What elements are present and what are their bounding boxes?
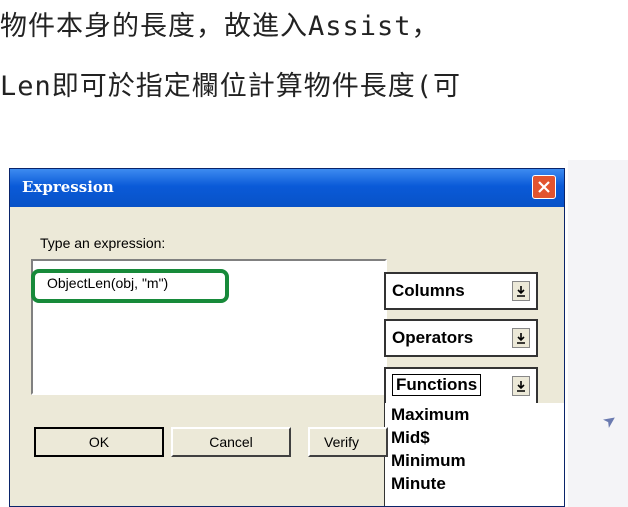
dropdown-arrow-icon[interactable] <box>512 328 530 348</box>
function-item-minute[interactable]: Minute <box>385 472 564 495</box>
operators-dropdown-label: Operators <box>392 328 474 347</box>
expression-dialog: Expression Type an expression: ObjectLen… <box>9 168 565 507</box>
caption-line-1: 物件本身的長度，故進入Assist， <box>0 11 440 42</box>
expression-prompt-label: Type an expression: <box>40 235 166 251</box>
dialog-title: Expression <box>22 178 114 196</box>
verify-button[interactable]: Verify <box>308 427 388 457</box>
function-item-mid[interactable]: Mid$ <box>385 426 564 449</box>
title-bar[interactable]: Expression <box>10 169 564 207</box>
dropdown-arrow-icon[interactable] <box>512 281 530 301</box>
function-item-minimum[interactable]: Minimum <box>385 449 564 472</box>
operators-dropdown[interactable]: Operators <box>384 319 538 357</box>
function-item-maximum[interactable]: Maximum <box>385 403 564 426</box>
caption-line-2: Len即可於指定欄位計算物件長度(可 <box>0 71 462 102</box>
close-button[interactable] <box>532 175 556 199</box>
columns-dropdown[interactable]: Columns <box>384 272 538 310</box>
dropdown-arrow-icon[interactable] <box>512 376 530 396</box>
cancel-button[interactable]: Cancel <box>171 427 291 457</box>
functions-dropdown-label: Functions <box>392 374 482 396</box>
columns-dropdown-label: Columns <box>392 281 465 300</box>
functions-list: Maximum Mid$ Minimum Minute <box>384 403 564 506</box>
close-icon <box>538 181 550 193</box>
functions-dropdown[interactable]: Functions <box>384 367 538 405</box>
ok-button[interactable]: OK <box>34 427 164 457</box>
background-panel <box>568 160 628 507</box>
highlight-box <box>31 269 229 303</box>
